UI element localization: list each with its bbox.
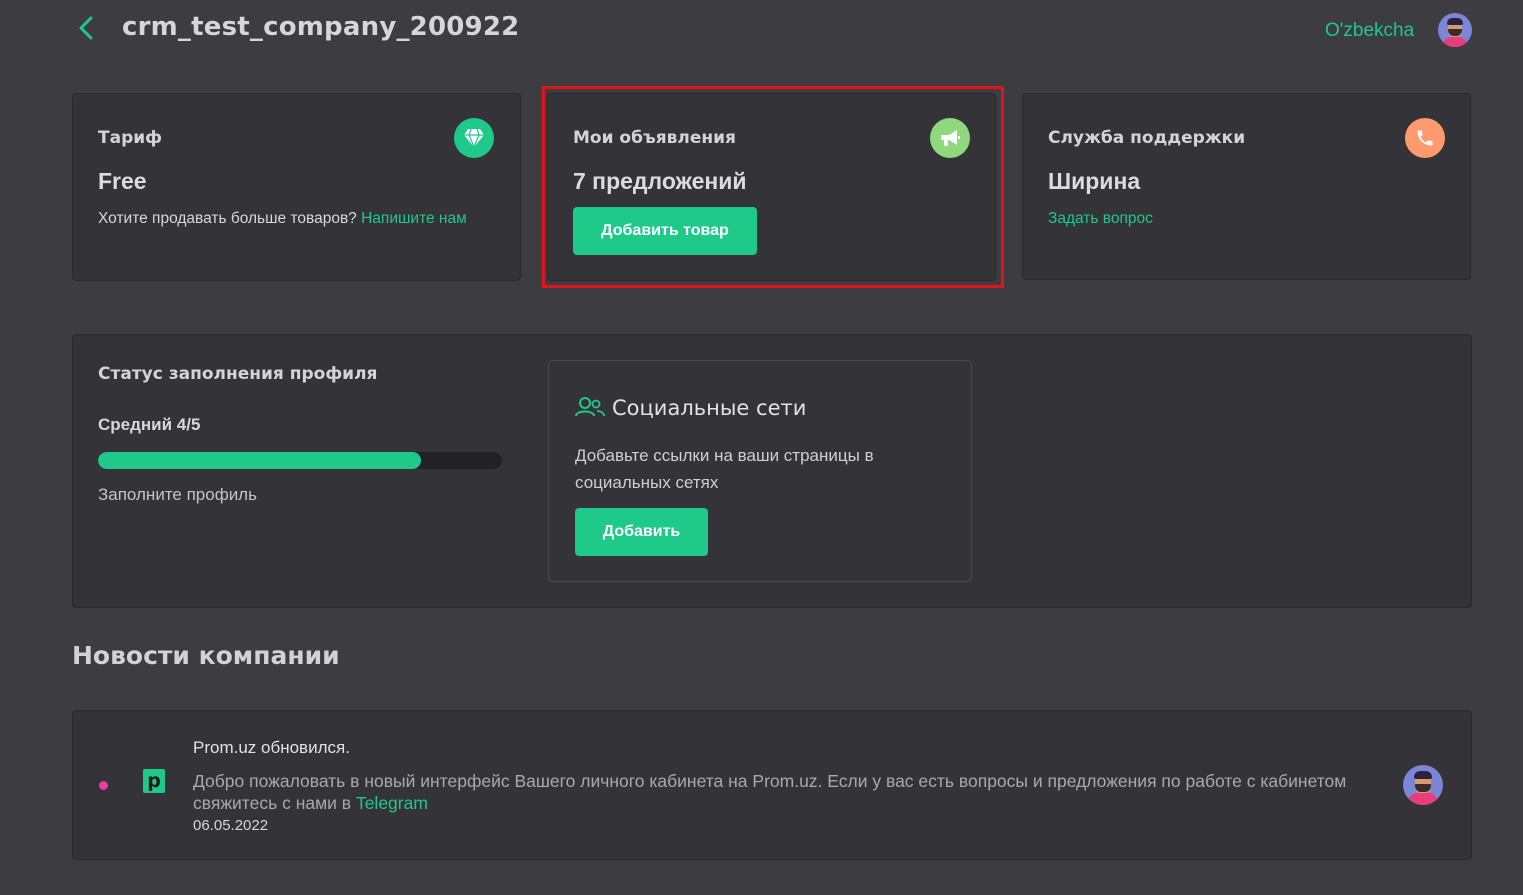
ads-count: 7 предложений: [573, 168, 747, 194]
contact-us-link[interactable]: Напишите нам: [361, 210, 467, 227]
tariff-upsell: Хотите продавать больше товаров? Напишит…: [98, 210, 467, 228]
add-product-button[interactable]: Добавить товар: [573, 207, 757, 255]
tariff-title: Тариф: [98, 128, 163, 148]
social-networks-title: Социальные сети: [612, 396, 807, 420]
news-body: Добро пожаловать в новый интерфейс Вашег…: [193, 770, 1353, 814]
social-networks-text: Добавьте ссылки на ваши страницы в социа…: [575, 446, 874, 492]
add-social-button[interactable]: Добавить: [575, 508, 708, 556]
megaphone-icon: [930, 118, 970, 158]
profile-status-card: Статус заполнения профиля Средний 4/5 За…: [72, 334, 1472, 608]
profile-progress-fill: [98, 452, 422, 469]
support-card: Служба поддержки Ширина Задать вопрос: [1022, 93, 1471, 280]
users-icon: [575, 397, 605, 417]
support-title: Служба поддержки: [1048, 128, 1246, 148]
news-heading: Новости компании: [72, 641, 340, 670]
social-networks-box: Социальные сети Добавьте ссылки на ваши …: [548, 360, 972, 582]
support-manager: Ширина: [1048, 168, 1141, 194]
news-author-avatar: [1403, 765, 1443, 805]
top-bar: crm_test_company_200922 O'zbekcha: [0, 0, 1523, 60]
profile-progress-bar: [98, 452, 502, 469]
back-arrow-icon[interactable]: [74, 14, 100, 42]
news-title: Prom.uz обновился.: [193, 738, 350, 757]
diamond-icon: [454, 118, 494, 158]
phone-icon: [1405, 118, 1445, 158]
my-ads-card: Мои объявления 7 предложений Добавить то…: [547, 93, 996, 281]
prom-logo-icon: p: [143, 769, 165, 793]
profile-status-title: Статус заполнения профиля: [98, 364, 378, 384]
fill-profile-hint: Заполните профиль: [98, 485, 257, 504]
telegram-link[interactable]: Telegram: [356, 793, 428, 813]
company-title: crm_test_company_200922: [122, 12, 520, 42]
ask-question-link[interactable]: Задать вопрос: [1048, 210, 1153, 228]
news-date: 06.05.2022: [193, 817, 269, 834]
user-avatar[interactable]: [1438, 13, 1472, 47]
ask-question-label[interactable]: Задать вопрос: [1048, 210, 1153, 227]
unread-dot: [99, 781, 108, 790]
tariff-plan: Free: [98, 168, 147, 194]
profile-level: Средний 4/5: [98, 415, 201, 434]
tariff-upsell-text: Хотите продавать больше товаров?: [98, 210, 357, 227]
news-item: p Prom.uz обновился. Добро пожаловать в …: [72, 710, 1472, 860]
language-switch-link[interactable]: O'zbekcha: [1325, 20, 1414, 42]
tariff-card: Тариф Free Хотите продавать больше товар…: [72, 93, 521, 281]
my-ads-title: Мои объявления: [573, 128, 736, 148]
